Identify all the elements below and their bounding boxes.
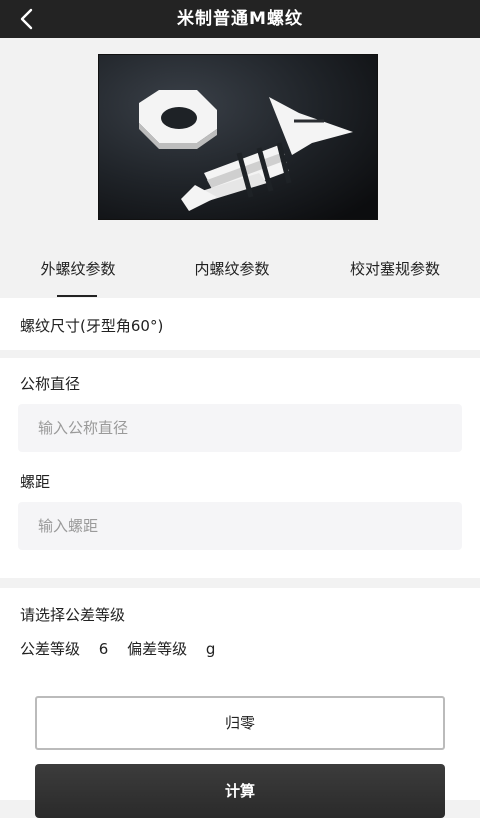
tolerance-grade-value[interactable]: 6 xyxy=(99,640,109,658)
tolerance-card: 请选择公差等级 公差等级 6 偏差等级 g 归零 计算 xyxy=(0,588,480,818)
tab-external-thread[interactable]: 外螺纹参数 xyxy=(22,238,134,298)
nominal-diameter-input[interactable] xyxy=(18,404,462,452)
thread-size-label: 螺纹尺寸(牙型角60°) xyxy=(20,317,164,335)
tab-bar: 外螺纹参数 内螺纹参数 校对塞规参数 xyxy=(0,238,480,298)
page-title: 米制普通M螺纹 xyxy=(177,9,303,29)
pitch-label: 螺距 xyxy=(20,473,51,491)
tab-gauge-params[interactable]: 校对塞规参数 xyxy=(334,238,456,298)
deviation-grade-label: 偏差等级 xyxy=(127,640,188,658)
nominal-diameter-label: 公称直径 xyxy=(20,375,81,393)
deviation-grade-value[interactable]: g xyxy=(206,640,216,658)
reset-button[interactable]: 归零 xyxy=(35,696,445,750)
thread-size-card: 螺纹尺寸(牙型角60°) xyxy=(0,298,480,350)
active-tab-indicator xyxy=(57,295,97,297)
calculate-button[interactable]: 计算 xyxy=(35,764,445,818)
hero-image xyxy=(98,54,378,220)
input-card: 公称直径 螺距 xyxy=(0,358,480,578)
tolerance-title: 请选择公差等级 xyxy=(20,606,126,624)
hero-section xyxy=(0,38,480,238)
pitch-input[interactable] xyxy=(18,502,462,550)
top-bar: 米制普通M螺纹 xyxy=(0,0,480,38)
tolerance-grade-label: 公差等级 xyxy=(20,640,81,658)
tolerance-row: 公差等级 6 偏差等级 g xyxy=(20,638,229,659)
nut-and-screw-icon xyxy=(99,55,377,219)
tab-internal-thread[interactable]: 内螺纹参数 xyxy=(176,238,288,298)
